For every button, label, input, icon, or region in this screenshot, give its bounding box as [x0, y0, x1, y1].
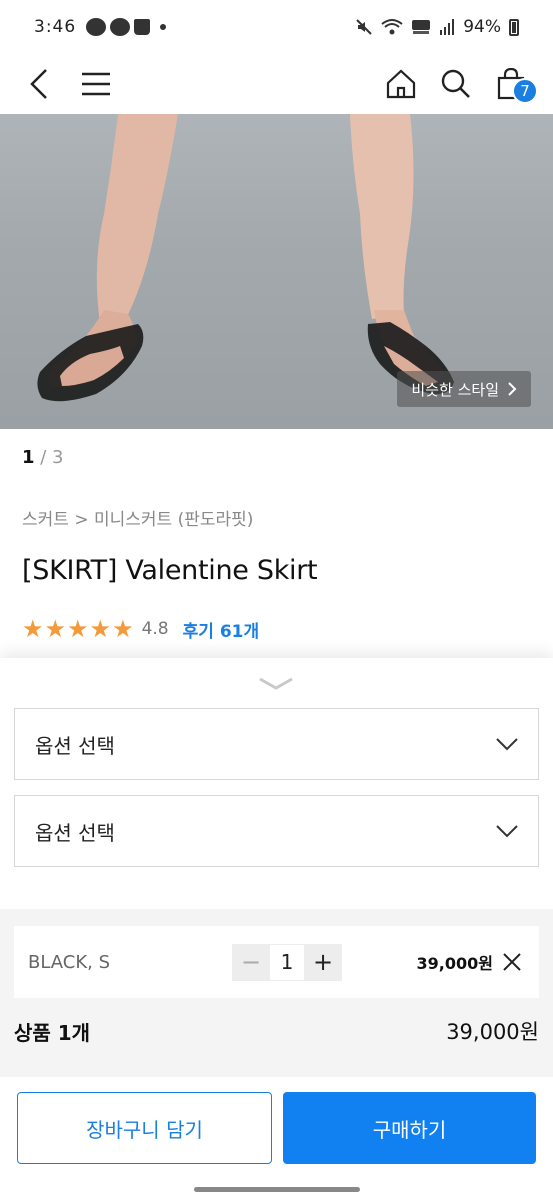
option-select-1[interactable]: 옵션 선택 [14, 708, 539, 780]
total-price: 39,000원 [446, 1020, 539, 1044]
back-button[interactable] [16, 60, 64, 108]
wifi-icon [381, 19, 403, 35]
increase-quantity-button[interactable]: + [304, 943, 342, 981]
selected-option-label: BLACK, S [28, 951, 111, 973]
shopping-notification-icon [134, 19, 151, 35]
hd-voice-icon [412, 20, 431, 34]
home-indicator[interactable] [194, 1187, 360, 1192]
app-header [0, 54, 553, 114]
chevron-down-icon [496, 825, 518, 838]
pager-total: / 3 [40, 447, 64, 468]
search-button[interactable] [432, 60, 480, 108]
chevron-left-icon [30, 69, 47, 99]
star-icon: ★ [22, 615, 44, 643]
notification-icons [86, 18, 167, 36]
menu-button[interactable] [72, 60, 120, 108]
selected-option-item: BLACK, S − 1 + 39,000원 [14, 926, 539, 998]
talk-notification-icon [110, 18, 131, 36]
signal-icon [440, 19, 455, 35]
total-row: 상품 1개 39,000원 [14, 1016, 539, 1046]
decrease-quantity-button[interactable]: − [232, 943, 270, 981]
status-time: 3:46 [34, 17, 77, 37]
rating-value: 4.8 [141, 619, 169, 639]
remove-option-button[interactable] [499, 949, 525, 975]
battery-icon [509, 18, 519, 36]
sheet-collapse-handle[interactable] [258, 676, 294, 696]
buy-now-button[interactable]: 구매하기 [283, 1092, 536, 1164]
option-select-1-label: 옵션 선택 [35, 733, 115, 758]
mute-icon [356, 19, 372, 35]
star-icon: ★ [112, 615, 134, 643]
selected-option-price: 39,000원 [416, 954, 493, 973]
rating-row: ★ ★ ★ ★ ★ 4.8 후기 61개 [22, 615, 259, 643]
selected-options-area: BLACK, S − 1 + 39,000원 상품 1개 39,000원 [0, 909, 553, 1077]
system-icons: 94% [355, 17, 519, 37]
pager-current: 1 [22, 447, 35, 468]
image-pager: 1 / 3 [22, 447, 64, 468]
star-icon: ★ [44, 615, 67, 643]
reviews-link[interactable]: 후기 61개 [183, 617, 260, 642]
chat-notification-icon [86, 18, 107, 36]
chevron-down-icon [496, 738, 518, 751]
quantity-value[interactable]: 1 [270, 943, 304, 981]
star-icon: ★ [89, 615, 112, 643]
similar-style-label: 비슷한 스타일 [411, 380, 499, 399]
cart-count-badge: 7 [512, 78, 538, 104]
add-to-cart-button[interactable]: 장바구니 담기 [17, 1092, 272, 1164]
chevron-down-icon [259, 677, 293, 690]
status-bar: 3:46 94% [0, 0, 553, 54]
star-icon: ★ [67, 615, 89, 643]
option-select-2[interactable]: 옵션 선택 [14, 795, 539, 867]
product-title: [SKIRT] Valentine Skirt [22, 555, 318, 586]
quantity-stepper: − 1 + [232, 943, 342, 981]
option-select-2-label: 옵션 선택 [35, 820, 115, 845]
chevron-right-icon [508, 382, 517, 396]
hamburger-icon [82, 72, 110, 96]
search-icon [441, 69, 470, 98]
total-count-label: 상품 1개 [14, 1020, 91, 1045]
similar-style-button[interactable]: 비슷한 스타일 [397, 371, 531, 407]
more-notifications-icon [160, 24, 167, 30]
battery-percent: 94% [463, 17, 501, 37]
home-icon [386, 69, 416, 99]
breadcrumb[interactable]: 스커트 > 미니스커트 (판도라핏) [22, 505, 253, 530]
rating-stars: ★ ★ ★ ★ ★ [22, 617, 134, 641]
close-icon [503, 953, 521, 971]
home-button[interactable] [377, 60, 425, 108]
